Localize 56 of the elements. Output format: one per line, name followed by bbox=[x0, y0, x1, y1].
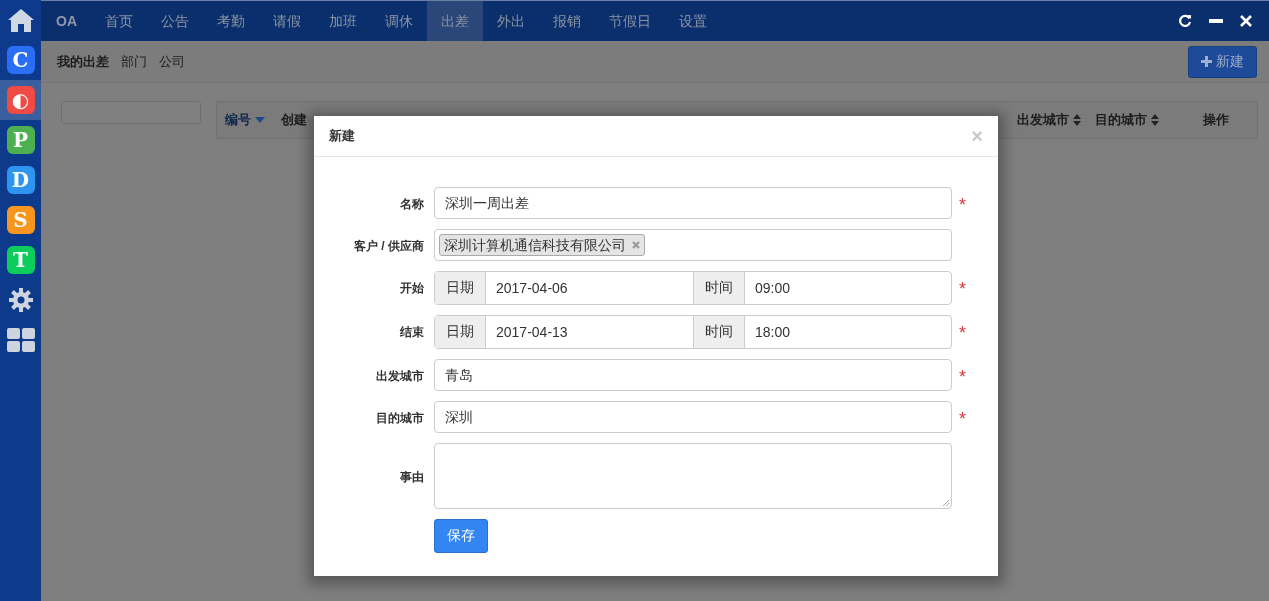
field-label: 名称 bbox=[399, 196, 424, 213]
save-button[interactable]: 保存 bbox=[434, 519, 488, 553]
nav-tab[interactable]: 加班 bbox=[315, 1, 371, 41]
caret-down-icon[interactable] bbox=[255, 117, 265, 123]
field-label: 客户 / 供应商 bbox=[353, 238, 424, 255]
nav-tab[interactable]: 报销 bbox=[539, 1, 595, 41]
grid-icon[interactable] bbox=[6, 328, 35, 352]
input-field[interactable]: 深圳一周出差 bbox=[434, 187, 952, 219]
input-field[interactable]: 青岛 bbox=[434, 359, 952, 391]
subnav-tab[interactable]: 部门 bbox=[121, 52, 147, 71]
field-label: 开始 bbox=[399, 280, 424, 297]
field-label: 目的城市 bbox=[375, 410, 424, 427]
field-label: 事由 bbox=[399, 469, 424, 486]
required-mark: * bbox=[959, 194, 966, 214]
tag-chip: 深圳计算机通信科技有限公司 bbox=[439, 234, 645, 256]
brand-label: OA bbox=[55, 13, 78, 29]
required-mark: * bbox=[959, 366, 966, 386]
nav-tab[interactable]: 出差 bbox=[427, 1, 483, 41]
resize-grip-icon[interactable] bbox=[942, 499, 949, 506]
nav-tab[interactable]: 考勤 bbox=[203, 1, 259, 41]
app-icon[interactable]: ◐ bbox=[6, 86, 35, 114]
input-field[interactable]: 深圳 bbox=[434, 401, 952, 433]
nav-tab[interactable]: 公告 bbox=[147, 1, 203, 41]
field-label: 出发城市 bbox=[375, 368, 424, 385]
nav-tab[interactable]: 首页 bbox=[91, 1, 147, 41]
column-header[interactable]: 创建 bbox=[281, 111, 307, 129]
subnav-tab[interactable]: 公司 bbox=[159, 52, 185, 71]
app-icon[interactable]: C bbox=[6, 46, 35, 74]
plus-icon bbox=[1201, 56, 1212, 67]
settings-icon[interactable] bbox=[7, 287, 34, 313]
sort-icon[interactable] bbox=[1073, 114, 1081, 126]
app-icon[interactable]: S bbox=[6, 206, 35, 234]
app-icon[interactable]: D bbox=[6, 166, 35, 194]
nav-tab[interactable]: 节假日 bbox=[595, 1, 665, 41]
refresh-icon[interactable] bbox=[1178, 14, 1192, 28]
column-header[interactable]: 目的城市 bbox=[1095, 111, 1159, 129]
required-mark: * bbox=[959, 322, 966, 342]
nav-tab[interactable]: 请假 bbox=[259, 1, 315, 41]
nav-tab[interactable]: 外出 bbox=[483, 1, 539, 41]
column-header[interactable]: 编号 bbox=[225, 111, 265, 129]
column-header[interactable]: 操作 bbox=[1203, 111, 1229, 129]
subnav-tab[interactable]: 我的出差 bbox=[57, 52, 109, 71]
nav-tab[interactable]: 调休 bbox=[371, 1, 427, 41]
modal-title: 新建 bbox=[329, 127, 356, 145]
new-button[interactable]: 新建 bbox=[1188, 45, 1257, 78]
field-label: 结束 bbox=[399, 324, 424, 341]
sort-icon[interactable] bbox=[1151, 114, 1159, 126]
home-icon[interactable] bbox=[6, 7, 35, 33]
column-header[interactable]: 出发城市 bbox=[1017, 111, 1081, 129]
tag-input-field[interactable]: 深圳计算机通信科技有限公司 bbox=[434, 229, 952, 261]
close-icon[interactable] bbox=[1240, 15, 1252, 27]
required-mark: * bbox=[959, 278, 966, 298]
remove-icon[interactable] bbox=[632, 241, 640, 249]
required-mark: * bbox=[959, 408, 966, 428]
app-icon[interactable]: P bbox=[6, 126, 35, 154]
nav-tab[interactable]: 设置 bbox=[665, 1, 721, 41]
